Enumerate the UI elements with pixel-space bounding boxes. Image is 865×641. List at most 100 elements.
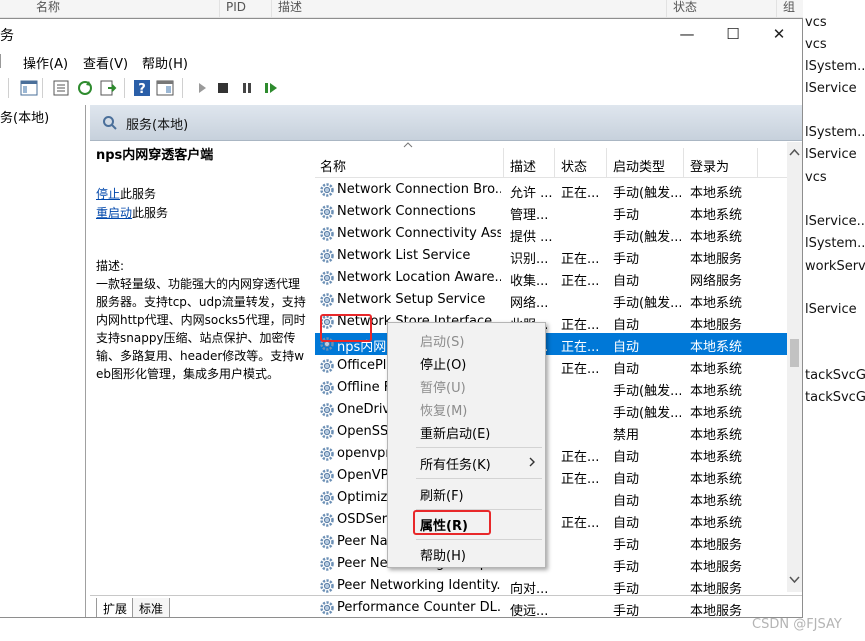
stop-service-link[interactable]: 停止 bbox=[96, 187, 120, 201]
console-view-icon[interactable] bbox=[156, 79, 174, 97]
tab-extended[interactable]: 扩展 bbox=[96, 598, 135, 617]
refresh-icon[interactable] bbox=[76, 79, 94, 97]
maximize-button[interactable]: ☐ bbox=[710, 19, 756, 49]
restart-service-icon[interactable] bbox=[262, 79, 280, 97]
bg-item: vcs bbox=[805, 15, 827, 30]
menu-action[interactable]: 操作(A) bbox=[23, 53, 68, 72]
tree-item-services-local[interactable]: 务(本地) bbox=[0, 107, 82, 127]
bg-item: lService... bbox=[805, 214, 865, 229]
service-gear-icon bbox=[320, 359, 334, 373]
column-divider[interactable] bbox=[683, 148, 684, 178]
menu-file-edge[interactable] bbox=[0, 54, 6, 68]
service-row[interactable]: Peer Name Resolution Protocol手动本地服务 bbox=[315, 531, 787, 553]
menu-item-restart[interactable]: 重新启动(E) bbox=[420, 423, 490, 442]
menu-item-stop[interactable]: 停止(O) bbox=[420, 354, 466, 373]
cell-status: 正在... bbox=[561, 274, 600, 289]
service-gear-icon bbox=[320, 491, 334, 505]
service-row[interactable]: Network Connections 管理... 手动 本地系统 bbox=[315, 201, 787, 223]
close-button[interactable]: ✕ bbox=[756, 19, 802, 49]
sort-ascending-icon bbox=[403, 142, 413, 148]
cell-name: Network Connectivity Ass... bbox=[337, 226, 501, 241]
bg-col-pid: PID bbox=[220, 0, 272, 18]
service-title: nps内网穿透客户端 bbox=[96, 148, 214, 163]
stop-service-icon[interactable] bbox=[214, 79, 232, 97]
service-row[interactable]: Network Setup Service 网络... 手动(触发... 本地系统 bbox=[315, 289, 787, 311]
menu-item-help[interactable]: 帮助(H) bbox=[420, 545, 466, 564]
service-row[interactable]: Optimize drives自动本地系统 bbox=[315, 487, 787, 509]
service-row[interactable]: Network Location Aware... 收集... 正在... 自动 网络服… bbox=[315, 267, 787, 289]
cell-logon: 本地系统 bbox=[690, 472, 743, 487]
column-description[interactable]: 描述 bbox=[510, 156, 536, 175]
toolbar: ? bbox=[0, 75, 802, 101]
service-row[interactable]: Peer Networking Identity... 向对... 手动 本地服务 bbox=[315, 575, 787, 597]
menu-view[interactable]: 查看(V) bbox=[83, 53, 128, 72]
pause-service-icon[interactable] bbox=[238, 79, 256, 97]
cell-logon: 本地系统 bbox=[690, 428, 743, 443]
tab-standard[interactable]: 标准 bbox=[132, 598, 171, 617]
bg-item: workServ... bbox=[805, 259, 865, 274]
bg-item: lService bbox=[805, 302, 857, 317]
background-window-header: 名称 PID 描述 状态 组 bbox=[0, 0, 865, 18]
menu-help[interactable]: 帮助(H) bbox=[142, 53, 188, 72]
column-startup-type[interactable]: 启动类型 bbox=[613, 156, 665, 175]
show-hide-console-tree-icon[interactable] bbox=[20, 79, 38, 97]
services-header-band: 服务(本地) bbox=[90, 105, 802, 141]
vertical-scrollbar[interactable] bbox=[787, 142, 802, 592]
restart-service-suffix: 此服务 bbox=[132, 206, 169, 220]
cell-startup: 手动(触发... bbox=[613, 230, 681, 245]
restart-service-line: 重启动此服务 bbox=[96, 204, 168, 222]
scroll-down-icon[interactable] bbox=[789, 576, 800, 584]
service-row[interactable]: OfficePlusService正在...自动本地系统 bbox=[315, 355, 787, 377]
menu-item-start[interactable]: 启动(S) bbox=[420, 331, 464, 350]
column-name[interactable]: 名称 bbox=[320, 156, 346, 175]
scrollbar-thumb[interactable] bbox=[790, 339, 799, 367]
service-row[interactable]: Network Store Interface ...此服...正在...自动本… bbox=[315, 311, 787, 333]
services-header-label: 服务(本地) bbox=[126, 118, 189, 133]
column-divider[interactable] bbox=[503, 148, 504, 178]
description-text: 一款轻量级、功能强大的内网穿透代理服务器。支持tcp、udp流量转发，支持内网h… bbox=[96, 277, 306, 381]
cell-startup: 自动 bbox=[613, 362, 640, 377]
service-row[interactable]: Network Connectivity Ass... 提供 ... 手动(触发..… bbox=[315, 223, 787, 245]
column-divider[interactable] bbox=[606, 148, 607, 178]
menu-bar: 操作(A) 查看(V) 帮助(H) bbox=[0, 49, 802, 73]
submenu-arrow-icon bbox=[529, 457, 535, 467]
menu-item-refresh[interactable]: 刷新(F) bbox=[420, 485, 464, 504]
cell-startup: 自动 bbox=[613, 340, 640, 355]
window-title: 务 bbox=[0, 28, 14, 44]
column-log-on-as[interactable]: 登录为 bbox=[690, 156, 729, 175]
start-service-icon[interactable] bbox=[193, 79, 211, 97]
column-status[interactable]: 状态 bbox=[561, 156, 587, 175]
scroll-up-icon[interactable] bbox=[789, 148, 800, 156]
column-divider[interactable] bbox=[757, 148, 758, 178]
service-row[interactable]: OpenSSH Authentication Agent禁用本地系统 bbox=[315, 421, 787, 443]
cell-logon: 本地系统 bbox=[690, 384, 743, 399]
properties-sheet-icon[interactable] bbox=[52, 79, 70, 97]
service-description-panel: nps内网穿透客户端 停止此服务 重启动此服务 描述: 一款轻量级、功能强大的内… bbox=[96, 143, 310, 583]
column-header: 名称 描述 状态 启动类型 登录为 bbox=[315, 142, 787, 178]
service-row[interactable]: Offline Files 手动(触发... 本地系统 bbox=[315, 377, 787, 399]
cell-logon: 本地系统 bbox=[690, 340, 743, 355]
help-icon[interactable]: ? bbox=[133, 79, 151, 97]
service-row[interactable]: Peer Networking Grouping手动本地服务 bbox=[315, 553, 787, 575]
cell-startup: 手动(触发... bbox=[613, 186, 681, 201]
service-row[interactable]: Network List Service 识别... 正在... 手动 本地服务 bbox=[315, 245, 787, 267]
menu-item-pause[interactable]: 暂停(U) bbox=[420, 377, 466, 396]
export-list-icon[interactable] bbox=[99, 79, 117, 97]
service-row[interactable]: Network Connection Bro... 允许 ... 正在... 手动(触… bbox=[315, 179, 787, 201]
menu-item-all-tasks[interactable]: 所有任务(K) bbox=[420, 454, 491, 473]
service-row[interactable]: OSDService 正在... 自动 本地系统 bbox=[315, 509, 787, 531]
service-row[interactable]: OpenVPNService正在...自动本地系统 bbox=[315, 465, 787, 487]
minimize-button[interactable]: — bbox=[664, 19, 710, 49]
cell-startup: 禁用 bbox=[613, 428, 640, 443]
service-row[interactable]: nps内网穿透客户端一款...正在...自动本地系统 bbox=[315, 333, 787, 355]
service-row[interactable]: OneDrive Updater Service手动(触发...本地系统 bbox=[315, 399, 787, 421]
service-row[interactable]: openvpnservice正在...自动本地系统 bbox=[315, 443, 787, 465]
restart-service-link[interactable]: 重启动 bbox=[96, 206, 132, 220]
column-divider[interactable] bbox=[554, 148, 555, 178]
menu-item-resume[interactable]: 恢复(M) bbox=[420, 400, 467, 419]
cell-logon: 本地系统 bbox=[690, 516, 743, 531]
toolbar-separator bbox=[8, 78, 9, 98]
cell-logon: 本地系统 bbox=[690, 208, 743, 223]
bg-item: tackSvcG... bbox=[805, 368, 865, 383]
view-tabs: 扩展 标准 bbox=[90, 595, 802, 617]
